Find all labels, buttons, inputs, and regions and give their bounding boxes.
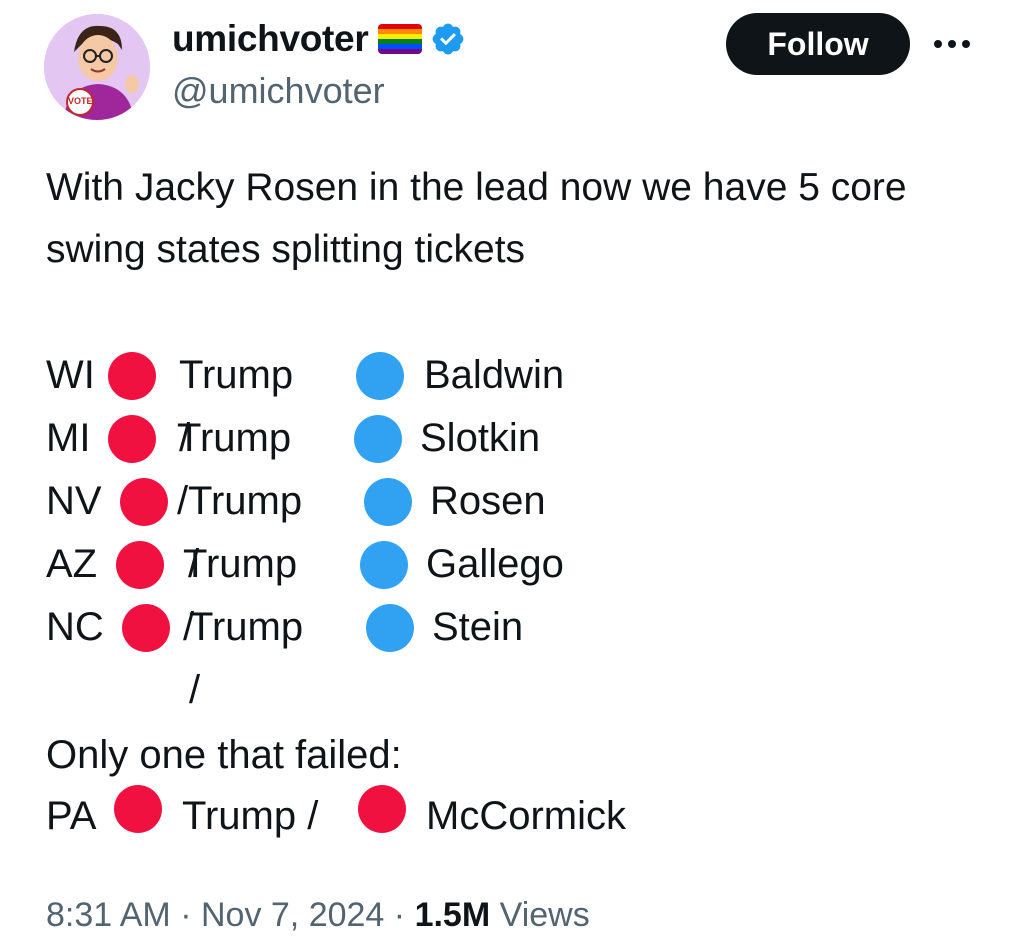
meta-separator: · bbox=[180, 896, 192, 934]
avatar-image bbox=[44, 14, 150, 120]
views-label: Views bbox=[499, 896, 590, 934]
display-name[interactable]: umichvoter bbox=[172, 18, 369, 60]
tweet-date[interactable]: Nov 7, 2024 bbox=[201, 896, 384, 934]
failed-label: Only one that failed: bbox=[46, 733, 402, 777]
red-circle-icon bbox=[358, 785, 406, 833]
blue-circle-icon bbox=[354, 415, 402, 463]
red-circle-icon bbox=[120, 478, 168, 526]
tweet-meta: 8:31 AM · Nov 7, 2024 · 1.5M Views bbox=[46, 890, 590, 940]
right-candidate: Stein bbox=[432, 605, 524, 649]
meta-separator: · bbox=[393, 896, 406, 934]
vote-badge-text: VOTE bbox=[68, 96, 93, 106]
views-count: 1.5M bbox=[414, 896, 491, 934]
state-code: PA bbox=[46, 794, 97, 838]
blue-circle-icon bbox=[356, 352, 404, 400]
rainbow-flag-icon bbox=[378, 24, 423, 54]
red-circle-icon bbox=[108, 352, 156, 400]
tweet-time[interactable]: 8:31 AM bbox=[46, 896, 171, 934]
red-circle-icon bbox=[116, 541, 164, 589]
state-code: WI bbox=[46, 353, 95, 397]
tweet-intro-text: With Jacky Rosen in the lead now we have… bbox=[46, 166, 907, 271]
user-handle[interactable]: @umichvoter bbox=[172, 70, 466, 112]
state-code: MI bbox=[46, 416, 91, 460]
name-row: umichvoter bbox=[172, 16, 466, 62]
red-circle-icon bbox=[114, 785, 162, 833]
right-candidate: Rosen bbox=[430, 479, 546, 523]
red-circle-icon bbox=[108, 415, 156, 463]
blue-circle-icon bbox=[366, 604, 414, 652]
blue-circle-icon bbox=[360, 541, 408, 589]
state-code: AZ bbox=[46, 542, 98, 586]
state-row-pa: PA Trump / McCormick bbox=[46, 785, 946, 848]
left-candidate: Trump / bbox=[189, 605, 304, 712]
red-circle-icon bbox=[122, 604, 170, 652]
right-candidate: Baldwin bbox=[424, 353, 565, 397]
state-code: NV bbox=[46, 479, 102, 523]
left-candidate: Trump / bbox=[182, 794, 319, 838]
follow-button[interactable]: Follow bbox=[726, 13, 910, 75]
right-candidate: Gallego bbox=[426, 542, 564, 586]
blue-circle-icon bbox=[364, 478, 412, 526]
more-options-icon[interactable] bbox=[932, 34, 972, 54]
user-block: umichvoter @umichvoter bbox=[172, 16, 466, 112]
right-candidate: Slotkin bbox=[420, 416, 541, 460]
avatar[interactable]: VOTE bbox=[44, 14, 150, 120]
state-code: NC bbox=[46, 605, 104, 649]
right-candidate: McCormick bbox=[426, 794, 626, 838]
verified-badge-icon[interactable] bbox=[430, 21, 466, 57]
